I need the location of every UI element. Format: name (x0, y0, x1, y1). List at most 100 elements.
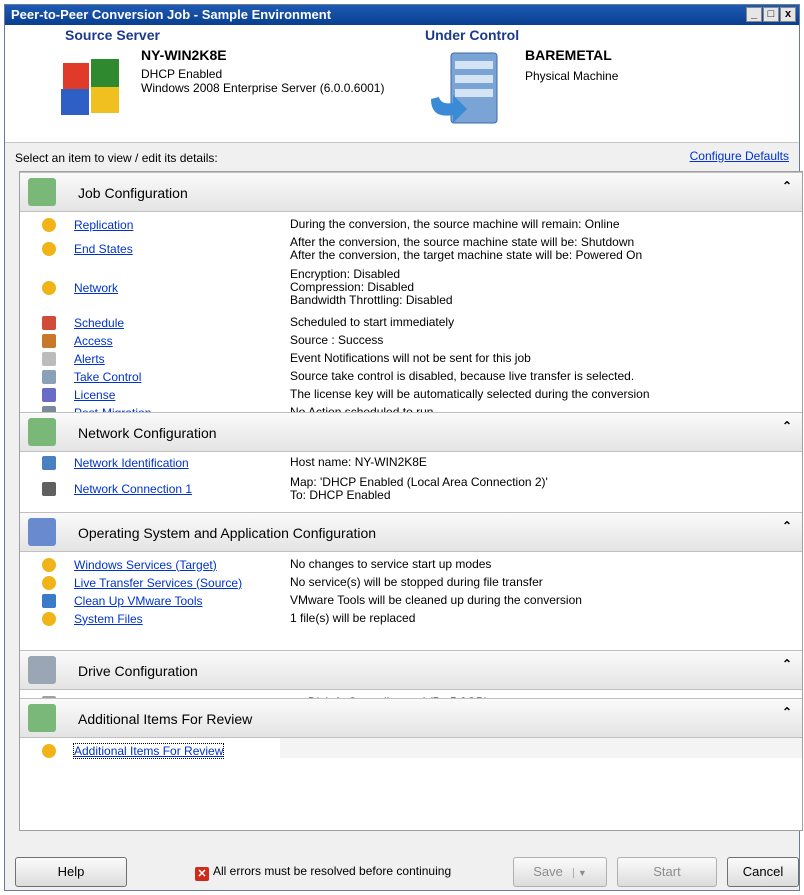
config-item-description: Source : Success (290, 334, 383, 347)
gear-icon (42, 575, 56, 590)
start-button[interactable]: Start (617, 857, 717, 887)
description-line: Source : Success (290, 333, 384, 347)
config-item-link[interactable]: Clean Up VMware Tools (74, 594, 203, 608)
source-name: NY-WIN2K8E (141, 47, 227, 63)
target-heading: Under Control (425, 27, 520, 43)
description-line: Host name: NY-WIN2K8E (290, 455, 427, 469)
config-item-link[interactable]: Windows Services (Target) (74, 558, 217, 572)
close-button[interactable]: x (780, 7, 796, 22)
description-line: Scheduled to start immediately (290, 315, 455, 329)
description-line: Event Notifications will not be sent for… (290, 351, 531, 365)
license-icon (42, 387, 56, 402)
error-icon: ✕ (195, 867, 209, 881)
collapse-icon[interactable]: ⌃ (782, 705, 792, 719)
cancel-button[interactable]: Cancel (727, 857, 799, 887)
minimize-button[interactable]: _ (746, 7, 762, 22)
calendar-icon (42, 315, 56, 330)
group-header: Job Configuration ⌃ (20, 172, 802, 212)
group-header: Operating System and Application Configu… (20, 512, 802, 552)
error-summary-text: All errors must be resolved before conti… (213, 864, 452, 878)
save-button-label: Save (533, 864, 563, 879)
config-item-description: The license key will be automatically se… (290, 388, 650, 401)
collapse-icon[interactable]: ⌃ (782, 519, 792, 533)
target-type: Physical Machine (525, 69, 619, 83)
help-button[interactable]: Help (15, 857, 127, 887)
group-title: Operating System and Application Configu… (78, 525, 377, 541)
collapse-icon[interactable]: ⌃ (782, 657, 792, 671)
computer-icon (42, 455, 56, 470)
config-item-link[interactable]: System Files (74, 612, 143, 626)
config-item-description: VMware Tools will be cleaned up during t… (290, 594, 582, 607)
network-icon (42, 482, 56, 496)
gear-icon (42, 557, 56, 572)
description-line: After the conversion, the target machine… (290, 248, 643, 262)
clipboard-icon (28, 178, 56, 206)
gear-icon (42, 611, 56, 626)
config-item-description: Encryption: Disabled Compression: Disable… (290, 268, 453, 307)
config-item-description: 1 file(s) will be replaced (290, 612, 415, 625)
config-item-link[interactable]: Network Connection 1 (74, 482, 192, 496)
instruction-text: Select an item to view / edit its detail… (15, 151, 218, 165)
group-header: Additional Items For Review ⌃ (20, 698, 802, 738)
title-bar[interactable]: Peer-to-Peer Conversion Job - Sample Env… (5, 5, 799, 25)
gear-icon (42, 743, 56, 758)
gears-icon (28, 518, 56, 546)
config-item-link[interactable]: Alerts (74, 352, 105, 366)
gear-icon (42, 280, 56, 295)
disk-icon (42, 369, 56, 384)
review-separator (280, 738, 802, 758)
save-button[interactable]: Save ▼ (513, 857, 607, 887)
config-item-link[interactable]: License (74, 388, 115, 402)
save-dropdown-icon[interactable]: ▼ (572, 868, 587, 878)
envelope-icon (42, 351, 56, 366)
config-item-description: Scheduled to start immediately (290, 316, 454, 329)
config-item-link[interactable]: Network (74, 281, 118, 295)
target-name: BAREMETAL (525, 47, 612, 63)
description-line: The license key will be automatically se… (290, 387, 650, 401)
source-heading: Source Server (65, 27, 160, 43)
server-header: Source Server NY-WIN2K8E DHCP Enabled Wi… (5, 25, 799, 143)
description-line: To: DHCP Enabled (290, 488, 391, 502)
config-item-link[interactable]: Network Identification (74, 456, 189, 470)
description-line: VMware Tools will be cleaned up during t… (290, 593, 582, 607)
config-item-link[interactable]: Live Transfer Services (Source) (74, 576, 242, 590)
config-item-description: Host name: NY-WIN2K8E (290, 456, 427, 469)
group-header: Drive Configuration ⌃ (20, 650, 802, 690)
group-title: Job Configuration (78, 185, 188, 201)
config-item-link[interactable]: Replication (74, 218, 133, 232)
group-title: Drive Configuration (78, 663, 198, 679)
description-line: During the conversion, the source machin… (290, 217, 620, 231)
group-title: Additional Items For Review (78, 711, 253, 727)
description-line: 1 file(s) will be replaced (290, 611, 416, 625)
window-title: Peer-to-Peer Conversion Job - Sample Env… (11, 7, 332, 22)
config-item-description: Map: 'DHCP Enabled (Local Area Connectio… (290, 476, 548, 502)
config-item-link[interactable]: Access (74, 334, 113, 348)
source-os: Windows 2008 Enterprise Server (6.0.0.60… (141, 81, 385, 95)
error-summary: ✕ All errors must be resolved before cont… (195, 864, 451, 881)
config-item-link[interactable]: End States (74, 242, 133, 256)
config-item-link[interactable]: Take Control (74, 370, 141, 384)
config-item-description: No changes to service start up modes (290, 558, 491, 571)
configure-defaults-link[interactable]: Configure Defaults (690, 149, 789, 163)
config-item-description: After the conversion, the source machine… (290, 236, 642, 262)
vmware-icon (42, 593, 56, 608)
description-line: No service(s) will be stopped during fil… (290, 575, 543, 589)
clipboard-icon (28, 704, 56, 732)
users-icon (42, 333, 56, 348)
group-header: Network Configuration ⌃ (20, 412, 802, 452)
group-title: Network Configuration (78, 425, 217, 441)
configuration-panel: Job Configuration ⌃ Replication During the … (19, 171, 803, 831)
maximize-button[interactable]: □ (763, 7, 779, 22)
hard-drive-icon (28, 656, 56, 684)
config-item-link[interactable]: Additional Items For Review (72, 742, 225, 759)
config-item-link[interactable]: Schedule (74, 316, 124, 330)
description-line: Source take control is disabled, because… (290, 369, 635, 383)
collapse-icon[interactable]: ⌃ (782, 179, 792, 193)
collapse-icon[interactable]: ⌃ (782, 419, 792, 433)
network-card-icon (28, 418, 56, 446)
physical-machine-icon (431, 52, 498, 124)
source-server-icon (61, 59, 119, 115)
config-item-description: No service(s) will be stopped during fil… (290, 576, 543, 589)
description-line: Bandwidth Throttling: Disabled (290, 293, 453, 307)
gear-icon (42, 242, 56, 256)
